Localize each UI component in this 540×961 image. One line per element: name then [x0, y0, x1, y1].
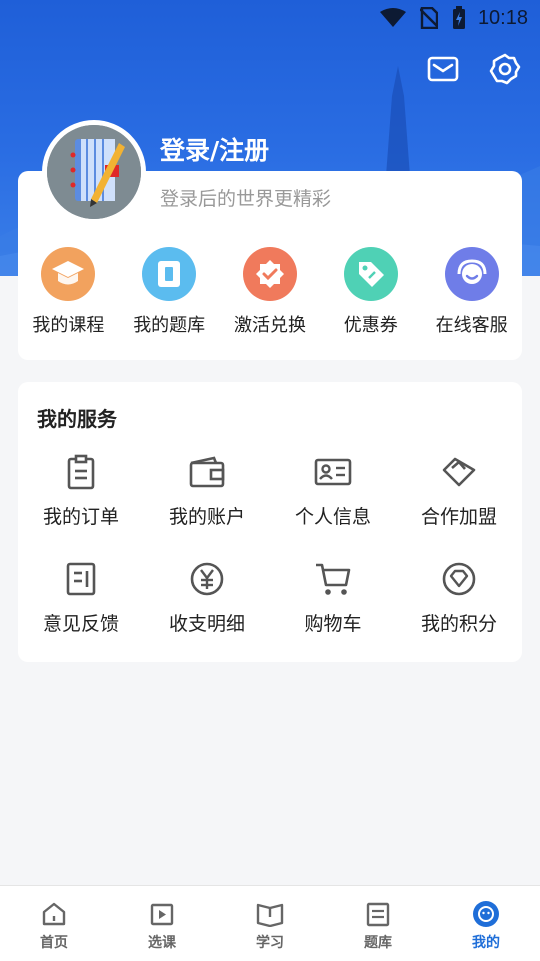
mail-icon	[427, 56, 459, 82]
diamond-icon	[396, 559, 522, 599]
id-card-icon	[270, 452, 396, 492]
quick-label: 我的课程	[32, 315, 105, 336]
tab-label: 学习	[256, 935, 284, 951]
service-label: 我的订单	[42, 506, 119, 528]
status-time: 10:18	[477, 6, 528, 29]
header-actions	[426, 52, 522, 86]
service-my-account[interactable]: 我的账户	[144, 452, 270, 529]
avatar[interactable]	[42, 120, 146, 224]
service-label: 我的账户	[168, 506, 245, 528]
tab-courses[interactable]: 选课	[108, 886, 216, 961]
quick-activate-redeem[interactable]: 激活兑换	[221, 247, 319, 337]
service-my-orders[interactable]: 我的订单	[18, 452, 144, 529]
coupon-tag-icon	[343, 247, 398, 301]
login-subtitle: 登录后的世界更精彩	[160, 188, 332, 210]
login-register-link[interactable]: 登录/注册	[160, 131, 269, 167]
gear-icon	[489, 53, 521, 85]
service-label: 合作加盟	[420, 506, 497, 528]
service-transaction-details[interactable]: 收支明细	[144, 559, 270, 636]
play-book-icon	[108, 900, 216, 928]
quick-my-question-bank[interactable]: 我的题库	[120, 247, 218, 337]
tab-question-bank[interactable]: 题库	[324, 886, 432, 961]
handshake-icon	[396, 452, 522, 492]
cart-icon	[270, 559, 396, 599]
headset-icon	[444, 247, 499, 301]
tab-study[interactable]: 学习	[216, 886, 324, 961]
service-shopping-cart[interactable]: 购物车	[270, 559, 396, 636]
feedback-icon	[18, 559, 144, 599]
wifi-icon	[379, 8, 406, 28]
quick-coupons[interactable]: 优惠券	[322, 247, 420, 337]
service-label: 收支明细	[168, 613, 245, 635]
bottom-tab-bar: 首页 选课 学习 题库 我的	[0, 885, 540, 961]
tab-label: 题库	[364, 935, 392, 951]
service-label: 意见反馈	[42, 613, 119, 635]
clipboard-icon	[18, 452, 144, 492]
message-button[interactable]	[426, 52, 460, 86]
no-sim-icon	[419, 7, 438, 29]
graduation-cap-icon	[41, 247, 96, 301]
profile-face-icon	[432, 900, 540, 928]
tab-label: 选课	[148, 935, 176, 951]
services-grid: 我的订单 我的账户 个人信息 合作加盟 意见反馈 收支明细 购物车 我的积分	[18, 452, 522, 636]
open-book-icon	[216, 900, 324, 928]
settings-button[interactable]	[488, 52, 522, 86]
quick-label: 在线客服	[435, 315, 508, 336]
notebook-pencil-avatar-icon	[47, 125, 141, 219]
quick-label: 我的题库	[133, 315, 206, 336]
service-personal-info[interactable]: 个人信息	[270, 452, 396, 529]
service-label: 购物车	[304, 613, 362, 635]
wallet-icon	[144, 452, 270, 492]
question-bank-icon	[142, 247, 197, 301]
paper-icon	[324, 900, 432, 928]
quick-label: 优惠券	[343, 315, 398, 336]
service-label: 我的积分	[420, 613, 497, 635]
service-label: 个人信息	[294, 506, 371, 528]
services-card: 我的服务 我的订单 我的账户 个人信息 合作加盟 意见反馈 收支明细 购物车 我…	[18, 382, 522, 662]
tab-label: 首页	[40, 935, 68, 951]
tab-mine[interactable]: 我的	[432, 886, 540, 961]
services-title: 我的服务	[37, 407, 117, 431]
service-feedback[interactable]: 意见反馈	[18, 559, 144, 636]
quick-label: 激活兑换	[233, 315, 306, 336]
service-partnership[interactable]: 合作加盟	[396, 452, 522, 529]
yen-icon	[144, 559, 270, 599]
tab-label: 我的	[472, 935, 500, 951]
home-icon	[0, 900, 108, 928]
battery-charging-icon	[452, 6, 466, 30]
tab-home[interactable]: 首页	[0, 886, 108, 961]
quick-online-support[interactable]: 在线客服	[423, 247, 521, 337]
service-my-points[interactable]: 我的积分	[396, 559, 522, 636]
quick-actions: 我的课程 我的题库 激活兑换 优惠券 在线客服	[18, 247, 522, 337]
quick-my-courses[interactable]: 我的课程	[19, 247, 117, 337]
badge-check-icon	[242, 247, 297, 301]
status-bar: 10:18	[0, 0, 540, 36]
